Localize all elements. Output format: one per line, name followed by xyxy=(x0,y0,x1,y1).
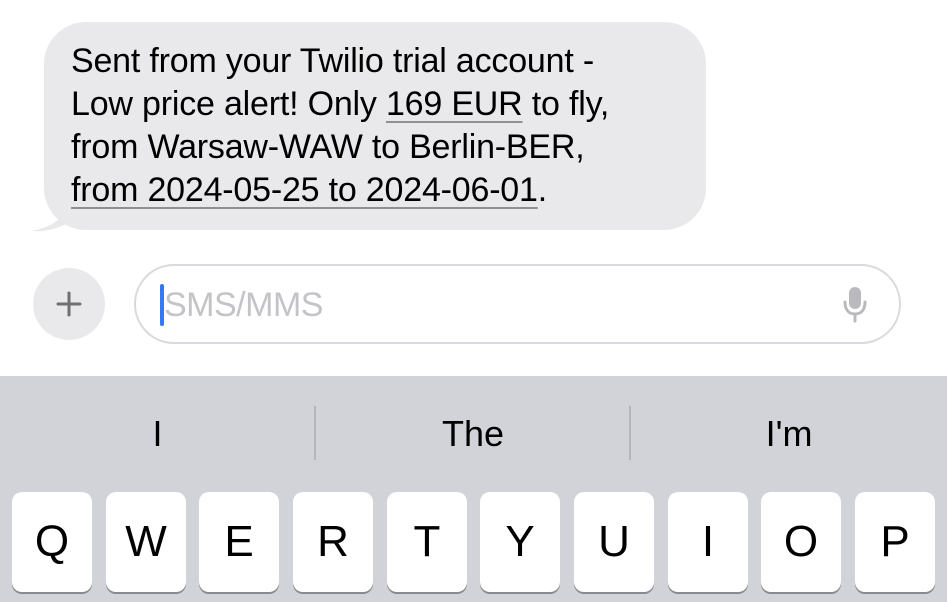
key-t[interactable]: T xyxy=(387,492,467,592)
message-line-1: Sent from your Twilio trial account - xyxy=(71,42,594,80)
incoming-message[interactable]: Sent from your Twilio trial account - Lo… xyxy=(32,22,706,232)
message-input[interactable]: SMS/MMS xyxy=(134,264,901,344)
message-line-4: from 2024-05-25 to 2024-06-01. xyxy=(71,169,686,212)
message-input-placeholder: SMS/MMS xyxy=(164,286,323,324)
key-w[interactable]: W xyxy=(106,492,186,592)
key-r[interactable]: R xyxy=(293,492,373,592)
message-text-segment: . xyxy=(537,171,547,209)
key-u[interactable]: U xyxy=(574,492,654,592)
message-text: Sent from your Twilio trial account - Lo… xyxy=(71,40,686,212)
key-e[interactable]: E xyxy=(199,492,279,592)
key-p[interactable]: P xyxy=(855,492,935,592)
key-o[interactable]: O xyxy=(761,492,841,592)
suggestion-3[interactable]: I'm xyxy=(631,406,947,462)
suggestion-1[interactable]: I xyxy=(0,406,315,462)
message-text-segment: Low price alert! Only xyxy=(71,85,386,123)
message-bubble: Sent from your Twilio trial account - Lo… xyxy=(44,22,706,230)
key-q[interactable]: Q xyxy=(12,492,92,592)
suggestion-2[interactable]: The xyxy=(316,406,630,462)
price-link[interactable]: 169 EUR xyxy=(386,85,523,123)
add-attachment-button[interactable] xyxy=(33,268,105,340)
text-caret xyxy=(160,284,164,326)
date-range-link[interactable]: from 2024-05-25 to 2024-06-01 xyxy=(71,171,538,209)
message-text-segment: to fly, xyxy=(522,85,610,123)
message-line-2: Low price alert! Only 169 EUR to fly, xyxy=(71,83,686,126)
keyboard: I The I'm Q W E R T Y U I O P xyxy=(0,376,947,602)
key-y[interactable]: Y xyxy=(480,492,560,592)
key-i[interactable]: I xyxy=(668,492,748,592)
plus-icon xyxy=(56,291,82,317)
message-line-3: from Warsaw-WAW to Berlin-BER, xyxy=(71,128,585,166)
predictive-text-bar: I The I'm xyxy=(0,376,947,488)
microphone-icon[interactable] xyxy=(841,284,869,326)
messages-screen: Sent from your Twilio trial account - Lo… xyxy=(0,0,947,602)
